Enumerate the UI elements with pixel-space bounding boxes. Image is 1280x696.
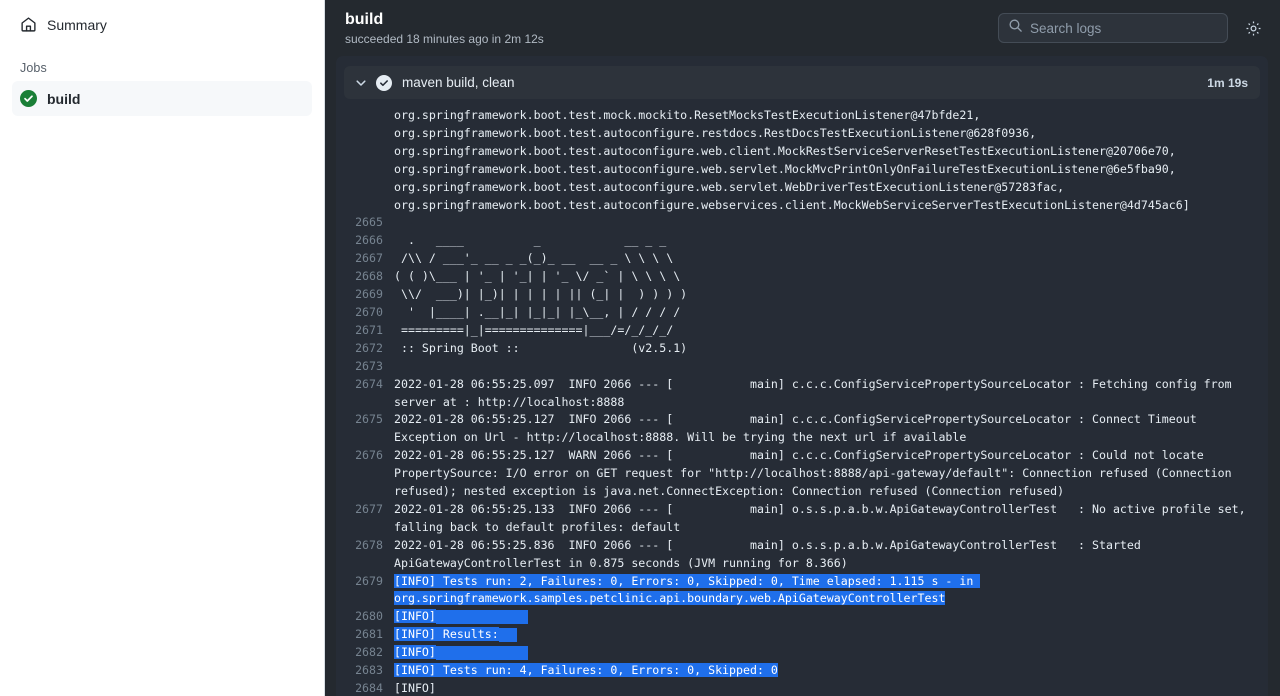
log-line[interactable]: 2666 . ____ _ __ _ _ xyxy=(336,232,1268,250)
log-line-content: org.springframework.boot.test.autoconfig… xyxy=(394,197,1190,212)
log-line-content: 2022-01-28 06:55:25.127 INFO 2066 --- [ … xyxy=(394,412,1204,445)
sidebar-item-job-build[interactable]: build xyxy=(12,81,312,116)
log-line-number: 2671 xyxy=(355,322,383,337)
log-line-content: /\\ / ___'_ __ _ _(_)_ __ __ _ \ \ \ \ xyxy=(394,251,674,266)
log-line-number: 2678 xyxy=(355,537,383,552)
selection-padding xyxy=(435,645,528,660)
log-line-number: 2676 xyxy=(355,448,383,463)
log-line[interactable]: org.springframework.boot.test.autoconfig… xyxy=(336,125,1268,143)
log-line-number: 2672 xyxy=(355,340,383,355)
log-line[interactable]: 2673 xyxy=(336,358,1268,376)
log-line-content: [INFO] xyxy=(394,644,1268,662)
search-logs-box[interactable] xyxy=(998,13,1228,43)
log-line-content: [INFO] Results: xyxy=(394,626,1268,644)
log-line-content: . ____ _ __ _ _ xyxy=(394,233,667,248)
log-line-number: 2667 xyxy=(355,251,383,266)
log-line[interactable]: 2682 [INFO] xyxy=(336,644,1268,662)
log-step-duration: 1m 19s xyxy=(1207,75,1248,90)
selection-padding xyxy=(435,609,528,624)
log-line-number: 2677 xyxy=(355,501,383,516)
sidebar-item-summary[interactable]: Summary xyxy=(12,8,312,41)
check-circle-icon xyxy=(376,74,392,91)
log-line[interactable]: 2675 2022-01-28 06:55:25.127 INFO 2066 --… xyxy=(336,411,1268,447)
log-line-number: 2683 xyxy=(355,663,383,678)
log-line-content: [INFO] Tests run: 4, Failures: 0, Errors… xyxy=(394,663,778,678)
log-line-list[interactable]: org.springframework.boot.test.mock.mocki… xyxy=(336,99,1268,696)
log-line[interactable]: 2684 [INFO] xyxy=(336,680,1268,696)
log-line[interactable]: org.springframework.boot.test.autoconfig… xyxy=(336,143,1268,161)
page-title: build xyxy=(345,10,384,28)
log-line-content: =========|_|==============|___/=/_/_/_/ xyxy=(394,322,674,337)
log-header-titles: build succeeded 18 minutes ago in 2m 12s xyxy=(345,10,998,47)
log-line-content: 2022-01-28 06:55:25.133 INFO 2066 --- [ … xyxy=(394,501,1253,534)
log-line-number: 2681 xyxy=(355,627,383,642)
log-line[interactable]: 2668 ( ( )\___ | '_ | '_| | '_ \/ _` | \ … xyxy=(336,268,1268,286)
log-line-content: 2022-01-28 06:55:25.097 INFO 2066 --- [ … xyxy=(394,376,1239,409)
log-line-number: 2669 xyxy=(355,287,383,302)
log-line-content: [INFO] Tests run: 2, Failures: 0, Errors… xyxy=(394,573,981,606)
log-line-content: 2022-01-28 06:55:25.836 INFO 2066 --- [ … xyxy=(394,537,1148,570)
sidebar: Summary Jobs build xyxy=(0,0,325,696)
sidebar-jobs-heading: Jobs xyxy=(20,61,47,75)
log-line-content: org.springframework.boot.test.autoconfig… xyxy=(394,161,1176,176)
check-circle-icon xyxy=(20,90,37,107)
log-line-number: 2675 xyxy=(355,412,383,427)
log-line[interactable]: org.springframework.boot.test.autoconfig… xyxy=(336,179,1268,197)
log-line[interactable]: 2670 ' |____| .__|_| |_|_| |_\__, | / / … xyxy=(336,304,1268,322)
log-line[interactable]: org.springframework.boot.test.autoconfig… xyxy=(336,197,1268,215)
gear-icon xyxy=(1245,20,1262,37)
log-line[interactable]: 2677 2022-01-28 06:55:25.133 INFO 2066 --… xyxy=(336,501,1268,537)
log-line-number: 2673 xyxy=(355,358,383,373)
log-line-number: 2670 xyxy=(355,304,383,319)
log-line-content: ( ( )\___ | '_ | '_| | '_ \/ _` | \ \ \ … xyxy=(394,269,681,284)
log-viewer-page: Summary Jobs build build succeeded 18 mi… xyxy=(0,0,1280,696)
log-step-name: maven build, clean xyxy=(402,75,515,90)
log-line-number: 2682 xyxy=(355,645,383,660)
log-line-number: 2680 xyxy=(355,609,383,624)
log-line-content: org.springframework.boot.test.mock.mocki… xyxy=(394,108,981,122)
log-line[interactable]: 2683 [INFO] Tests run: 4, Failures: 0, Er… xyxy=(336,662,1268,680)
log-line[interactable]: 2681 [INFO] Results: xyxy=(336,626,1268,644)
log-line-content: org.springframework.boot.test.autoconfig… xyxy=(394,179,1065,194)
chevron-down-icon[interactable] xyxy=(354,76,368,90)
log-header: build succeeded 18 minutes ago in 2m 12s xyxy=(325,0,1280,56)
log-line[interactable]: 2679 [INFO] Tests run: 2, Failures: 0, Er… xyxy=(336,573,1268,609)
log-line-number: 2666 xyxy=(355,233,383,248)
log-step-header-maven-build-clean[interactable]: maven build, clean 1m 19s xyxy=(344,66,1260,99)
log-line-number: 2665 xyxy=(355,215,383,230)
log-line-content: 2022-01-28 06:55:25.127 WARN 2066 --- [ … xyxy=(394,448,1239,499)
sidebar-item-summary-label: Summary xyxy=(47,16,107,33)
log-line-content: :: Spring Boot :: (v2.5.1) xyxy=(394,340,688,355)
log-line-number: 2684 xyxy=(355,681,383,695)
sidebar-item-job-label: build xyxy=(47,90,81,107)
log-line-content: [INFO] xyxy=(394,681,436,695)
log-line-number: 2668 xyxy=(355,269,383,284)
log-line-number: 2679 xyxy=(355,573,383,588)
log-panel: maven build, clean 1m 19s org.springfram… xyxy=(336,56,1268,696)
log-line-content: [INFO] xyxy=(394,608,1268,626)
selection-padding xyxy=(498,627,517,642)
log-line[interactable]: 2671 =========|_|==============|___/=/_/… xyxy=(336,322,1268,340)
log-line-number: 2674 xyxy=(355,376,383,391)
log-line-content: ' |____| .__|_| |_|_| |_\__, | / / / / xyxy=(394,304,681,319)
log-line[interactable]: 2674 2022-01-28 06:55:25.097 INFO 2066 --… xyxy=(336,376,1268,412)
search-icon xyxy=(1008,18,1023,38)
log-line[interactable]: 2680 [INFO] xyxy=(336,608,1268,626)
log-settings-button[interactable] xyxy=(1240,15,1266,41)
log-line[interactable]: 2667 /\\ / ___'_ __ _ _(_)_ __ __ _ \ \ … xyxy=(336,250,1268,268)
log-line[interactable]: org.springframework.boot.test.autoconfig… xyxy=(336,161,1268,179)
search-logs-input[interactable] xyxy=(1030,20,1218,36)
log-main-area: build succeeded 18 minutes ago in 2m 12s xyxy=(325,0,1280,696)
log-line[interactable]: 2669 \\/ ___)| |_)| | | | | || (_| | ) )… xyxy=(336,286,1268,304)
log-line[interactable]: 2676 2022-01-28 06:55:25.127 WARN 2066 --… xyxy=(336,447,1268,501)
home-icon xyxy=(20,16,37,33)
log-line-content: org.springframework.boot.test.autoconfig… xyxy=(394,125,1037,140)
log-line-content: org.springframework.boot.test.autoconfig… xyxy=(394,143,1176,158)
log-line[interactable]: 2665 xyxy=(336,214,1268,232)
log-line[interactable]: 2678 2022-01-28 06:55:25.836 INFO 2066 --… xyxy=(336,537,1268,573)
log-line-content: \\/ ___)| |_)| | | | | || (_| | ) ) ) ) xyxy=(394,287,688,302)
log-line[interactable]: 2672 :: Spring Boot :: (v2.5.1) xyxy=(336,340,1268,358)
run-status-summary: succeeded 18 minutes ago in 2m 12s xyxy=(345,31,544,46)
log-line[interactable]: org.springframework.boot.test.mock.mocki… xyxy=(336,107,1268,125)
